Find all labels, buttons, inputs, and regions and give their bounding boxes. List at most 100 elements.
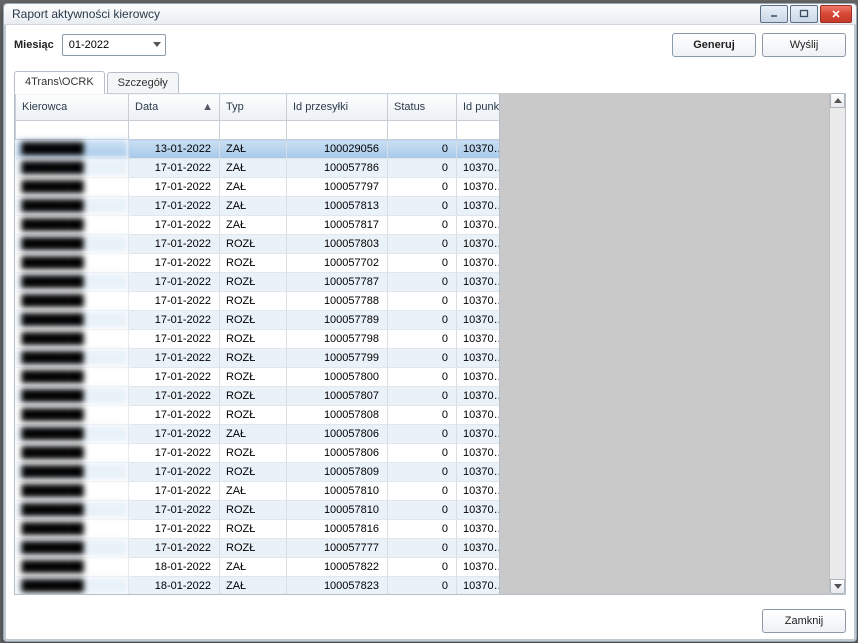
table-row[interactable]: ████████17-01-2022ROZŁ100057807010370… [16, 387, 500, 406]
table-row[interactable]: ████████17-01-2022ROZŁ100057777010370… [16, 539, 500, 558]
cell-status: 0 [388, 520, 457, 539]
table-row[interactable]: ████████18-01-2022ZAŁ100057823010370… [16, 577, 500, 595]
cell-status: 0 [388, 159, 457, 178]
table-row[interactable]: ████████17-01-2022ROZŁ100057799010370… [16, 349, 500, 368]
tab-ocrk[interactable]: 4Trans\OCRK [14, 71, 105, 94]
table-row[interactable]: ████████17-01-2022ROZŁ100057806010370… [16, 444, 500, 463]
window-title: Raport aktywności kierowcy [12, 7, 760, 21]
cell-date: 17-01-2022 [129, 539, 220, 558]
col-header-date[interactable]: Data ▲ [129, 94, 220, 121]
cell-driver: ████████ [16, 178, 129, 197]
table-row[interactable]: ████████17-01-2022ROZŁ100057810010370… [16, 501, 500, 520]
cell-ship: 100057807 [287, 387, 388, 406]
col-header-point[interactable]: Id punktu [457, 94, 500, 121]
cell-ship: 100057810 [287, 501, 388, 520]
footer: Zamknij [4, 603, 856, 641]
table-row[interactable]: ████████17-01-2022ZAŁ100057810010370… [16, 482, 500, 501]
table-row[interactable]: ████████17-01-2022ROZŁ100057798010370… [16, 330, 500, 349]
scroll-down-icon[interactable] [830, 579, 845, 594]
table-row[interactable]: ████████17-01-2022ROZŁ100057808010370… [16, 406, 500, 425]
cell-ship: 100057809 [287, 463, 388, 482]
filter-status[interactable] [388, 121, 457, 140]
table-row[interactable]: ████████17-01-2022ROZŁ100057788010370… [16, 292, 500, 311]
cell-type: ROZŁ [220, 463, 287, 482]
table-row[interactable]: ████████17-01-2022ROZŁ100057809010370… [16, 463, 500, 482]
generate-button[interactable]: Generuj [672, 33, 756, 57]
table-row[interactable]: ████████17-01-2022ROZŁ100057816010370… [16, 520, 500, 539]
cell-driver: ████████ [16, 197, 129, 216]
minimize-button[interactable] [760, 5, 788, 23]
cell-date: 17-01-2022 [129, 159, 220, 178]
table-row[interactable]: ████████18-01-2022ZAŁ100057822010370… [16, 558, 500, 577]
table-row[interactable]: ████████17-01-2022ROZŁ100057702010370… [16, 254, 500, 273]
send-button[interactable]: Wyślij [762, 33, 846, 57]
close-button[interactable] [820, 5, 852, 23]
cell-ship: 100057798 [287, 330, 388, 349]
filter-point[interactable] [457, 121, 500, 140]
cell-date: 17-01-2022 [129, 254, 220, 273]
cell-driver: ████████ [16, 159, 129, 178]
cell-date: 17-01-2022 [129, 501, 220, 520]
filter-driver[interactable] [16, 121, 129, 140]
col-header-status[interactable]: Status [388, 94, 457, 121]
cell-ship: 100057800 [287, 368, 388, 387]
cell-status: 0 [388, 425, 457, 444]
table-row[interactable]: ████████17-01-2022ZAŁ100057817010370… [16, 216, 500, 235]
filter-type[interactable] [220, 121, 287, 140]
cell-driver: ████████ [16, 292, 129, 311]
month-select[interactable]: 01-2022 [62, 34, 166, 56]
table-row[interactable]: ████████17-01-2022ROZŁ100057800010370… [16, 368, 500, 387]
col-header-ship[interactable]: Id przesyłki [287, 94, 388, 121]
cell-ship: 100057777 [287, 539, 388, 558]
month-label: Miesiąc [14, 39, 54, 51]
cell-point: 10370… [457, 425, 500, 444]
cell-ship: 100057787 [287, 273, 388, 292]
scroll-up-icon[interactable] [830, 93, 845, 108]
table-row[interactable]: ████████17-01-2022ZAŁ100057813010370… [16, 197, 500, 216]
filter-ship[interactable] [287, 121, 388, 140]
cell-driver: ████████ [16, 558, 129, 577]
cell-type: ZAŁ [220, 425, 287, 444]
col-header-driver[interactable]: Kierowca [16, 94, 129, 121]
cell-ship: 100057806 [287, 444, 388, 463]
cell-ship: 100057813 [287, 197, 388, 216]
cell-status: 0 [388, 539, 457, 558]
cell-point: 10370… [457, 311, 500, 330]
table-row[interactable]: ████████13-01-2022ZAŁ100029056010370… [16, 140, 500, 159]
cell-status: 0 [388, 368, 457, 387]
cell-status: 0 [388, 349, 457, 368]
cell-point: 10370… [457, 444, 500, 463]
table-row[interactable]: ████████17-01-2022ZAŁ100057797010370… [16, 178, 500, 197]
table-row[interactable]: ████████17-01-2022ROZŁ100057803010370… [16, 235, 500, 254]
cell-ship: 100057816 [287, 520, 388, 539]
cell-driver: ████████ [16, 140, 129, 159]
cell-status: 0 [388, 197, 457, 216]
cell-ship: 100057822 [287, 558, 388, 577]
cell-type: ROZŁ [220, 539, 287, 558]
grid-panel: Kierowca Data ▲ Typ Id przesyłki Status … [14, 93, 846, 595]
toolbar: Miesiąc 01-2022 Generuj Wyślij [4, 25, 856, 63]
table-row[interactable]: ████████17-01-2022ROZŁ100057789010370… [16, 311, 500, 330]
close-dialog-button[interactable]: Zamknij [762, 609, 846, 633]
col-header-type[interactable]: Typ [220, 94, 287, 121]
maximize-button[interactable] [790, 5, 818, 23]
cell-ship: 100057817 [287, 216, 388, 235]
titlebar[interactable]: Raport aktywności kierowcy [4, 4, 856, 25]
cell-status: 0 [388, 311, 457, 330]
cell-type: ZAŁ [220, 140, 287, 159]
cell-date: 17-01-2022 [129, 520, 220, 539]
cell-status: 0 [388, 254, 457, 273]
cell-point: 10370… [457, 482, 500, 501]
cell-date: 17-01-2022 [129, 178, 220, 197]
filter-date[interactable] [129, 121, 220, 140]
tab-details[interactable]: Szczegóły [107, 72, 179, 94]
table-row[interactable]: ████████17-01-2022ROZŁ100057787010370… [16, 273, 500, 292]
cell-point: 10370… [457, 349, 500, 368]
cell-type: ROZŁ [220, 368, 287, 387]
cell-type: ZAŁ [220, 159, 287, 178]
cell-date: 17-01-2022 [129, 406, 220, 425]
vertical-scrollbar[interactable] [829, 93, 845, 594]
cell-date: 17-01-2022 [129, 425, 220, 444]
table-row[interactable]: ████████17-01-2022ZAŁ100057806010370… [16, 425, 500, 444]
table-row[interactable]: ████████17-01-2022ZAŁ100057786010370… [16, 159, 500, 178]
